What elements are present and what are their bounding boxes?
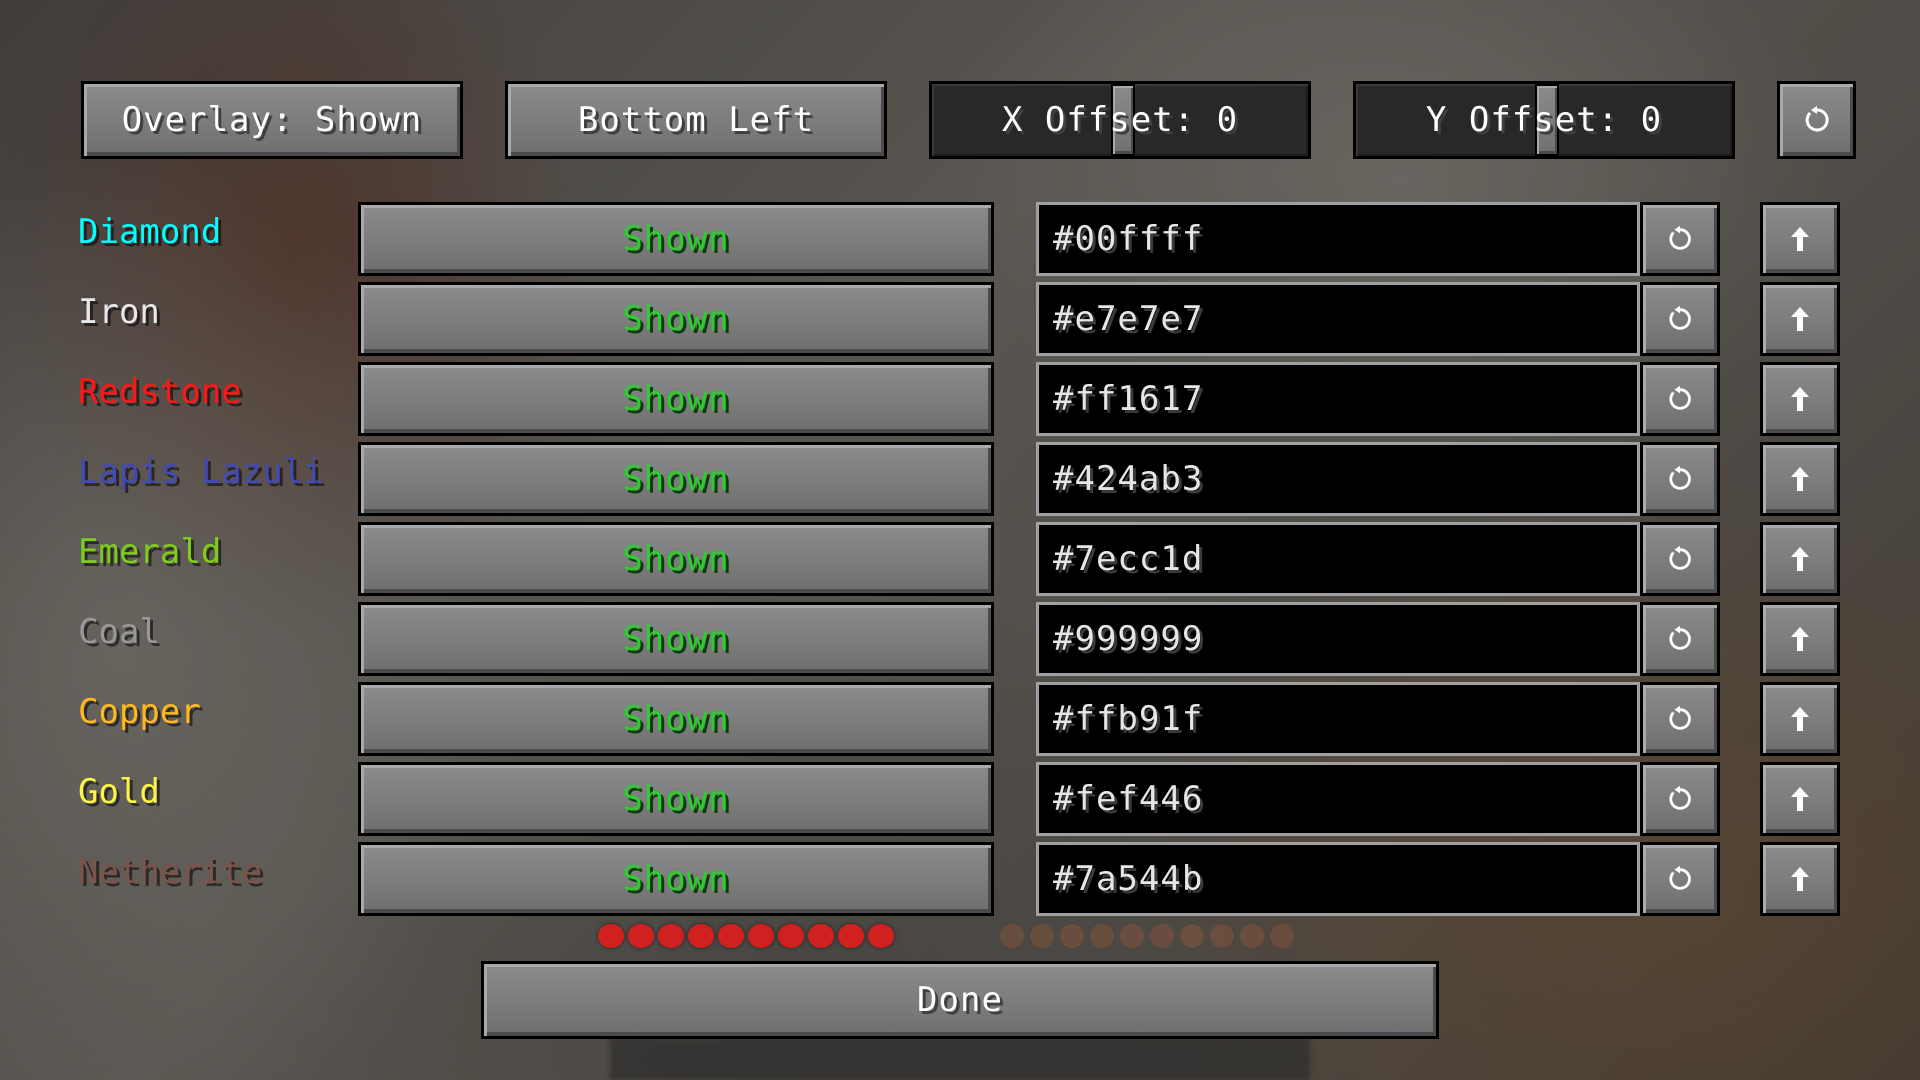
ore-visibility-toggle[interactable]: Shown <box>358 842 994 916</box>
arrow-up-icon <box>1788 784 1812 814</box>
done-button[interactable]: Done <box>481 961 1439 1039</box>
ore-move-up-button[interactable] <box>1760 282 1840 356</box>
reset-icon <box>1666 705 1694 733</box>
ore-color-value: #ffb91f <box>1053 699 1204 739</box>
hotbar <box>610 1038 1310 1080</box>
ore-color-reset-button[interactable] <box>1640 522 1720 596</box>
ore-move-up-button[interactable] <box>1760 522 1840 596</box>
ore-status-label: Shown <box>622 219 730 259</box>
ore-name-label: Netherite <box>78 852 263 892</box>
reset-icon <box>1666 545 1694 573</box>
x-offset-label: X Offset: 0 <box>1001 100 1239 140</box>
ore-status-label: Shown <box>622 459 730 499</box>
ore-visibility-toggle[interactable]: Shown <box>358 202 994 276</box>
ore-color-input[interactable]: #ffb91f <box>1036 682 1640 756</box>
ore-color-input[interactable]: #e7e7e7 <box>1036 282 1640 356</box>
ore-status-label: Shown <box>622 779 730 819</box>
ore-color-value: #fef446 <box>1053 779 1204 819</box>
hud-hearts <box>598 924 894 948</box>
ore-color-input[interactable]: #424ab3 <box>1036 442 1640 516</box>
ore-visibility-toggle[interactable]: Shown <box>358 602 994 676</box>
y-offset-label: Y Offset: 0 <box>1425 100 1663 140</box>
arrow-up-icon <box>1788 864 1812 894</box>
ore-name-label: Gold <box>78 772 160 812</box>
arrow-up-icon <box>1788 464 1812 494</box>
reset-icon <box>1666 625 1694 653</box>
reset-icon <box>1666 785 1694 813</box>
ore-color-reset-button[interactable] <box>1640 682 1720 756</box>
done-label: Done <box>917 980 1003 1020</box>
reset-icon <box>1666 385 1694 413</box>
position-label: Bottom Left <box>577 100 815 140</box>
ore-color-value: #00ffff <box>1053 219 1204 259</box>
arrow-up-icon <box>1788 384 1812 414</box>
reset-icon <box>1666 305 1694 333</box>
ore-visibility-toggle[interactable]: Shown <box>358 682 994 756</box>
reset-icon <box>1666 465 1694 493</box>
ore-name-label: Lapis Lazuli <box>78 452 324 492</box>
reset-icon <box>1802 105 1832 135</box>
ore-color-value: #7a544b <box>1053 859 1204 899</box>
x-offset-slider[interactable]: X Offset: 0 <box>929 81 1311 159</box>
ore-status-label: Shown <box>622 859 730 899</box>
ore-color-value: #ff1617 <box>1053 379 1204 419</box>
ore-color-value: #999999 <box>1053 619 1204 659</box>
ore-status-label: Shown <box>622 699 730 739</box>
reset-icon <box>1666 865 1694 893</box>
ore-name-label: Iron <box>78 292 160 332</box>
ore-color-reset-button[interactable] <box>1640 762 1720 836</box>
ore-name-label: Coal <box>78 612 160 652</box>
ore-name-label: Copper <box>78 692 201 732</box>
arrow-up-icon <box>1788 544 1812 574</box>
ore-move-up-button[interactable] <box>1760 202 1840 276</box>
ore-visibility-toggle[interactable]: Shown <box>358 362 994 436</box>
ore-name-label: Redstone <box>78 372 242 412</box>
ore-color-input[interactable]: #7a544b <box>1036 842 1640 916</box>
arrow-up-icon <box>1788 224 1812 254</box>
ore-color-reset-button[interactable] <box>1640 282 1720 356</box>
ore-status-label: Shown <box>622 299 730 339</box>
ore-move-up-button[interactable] <box>1760 362 1840 436</box>
ore-color-value: #e7e7e7 <box>1053 299 1204 339</box>
ore-name-label: Diamond <box>78 212 222 252</box>
ore-visibility-toggle[interactable]: Shown <box>358 522 994 596</box>
ore-color-reset-button[interactable] <box>1640 202 1720 276</box>
ore-color-reset-button[interactable] <box>1640 842 1720 916</box>
reset-icon <box>1666 225 1694 253</box>
ore-color-reset-button[interactable] <box>1640 442 1720 516</box>
ore-visibility-toggle[interactable]: Shown <box>358 762 994 836</box>
ore-move-up-button[interactable] <box>1760 602 1840 676</box>
ore-color-input[interactable]: #ff1617 <box>1036 362 1640 436</box>
ore-color-reset-button[interactable] <box>1640 602 1720 676</box>
ore-move-up-button[interactable] <box>1760 682 1840 756</box>
position-button[interactable]: Bottom Left <box>505 81 887 159</box>
ore-visibility-toggle[interactable]: Shown <box>358 442 994 516</box>
ore-name-label: Emerald <box>78 532 222 572</box>
overlay-toggle-button[interactable]: Overlay: Shown <box>81 81 463 159</box>
ore-color-reset-button[interactable] <box>1640 362 1720 436</box>
ore-move-up-button[interactable] <box>1760 842 1840 916</box>
y-offset-slider[interactable]: Y Offset: 0 <box>1353 81 1735 159</box>
ore-color-input[interactable]: #7ecc1d <box>1036 522 1640 596</box>
ore-color-value: #7ecc1d <box>1053 539 1204 579</box>
ore-status-label: Shown <box>622 379 730 419</box>
arrow-up-icon <box>1788 624 1812 654</box>
ore-color-input[interactable]: #00ffff <box>1036 202 1640 276</box>
arrow-up-icon <box>1788 704 1812 734</box>
hud-hunger <box>1000 924 1294 948</box>
ore-color-value: #424ab3 <box>1053 459 1204 499</box>
ore-color-input[interactable]: #fef446 <box>1036 762 1640 836</box>
ore-visibility-toggle[interactable]: Shown <box>358 282 994 356</box>
ore-move-up-button[interactable] <box>1760 762 1840 836</box>
arrow-up-icon <box>1788 304 1812 334</box>
ore-status-label: Shown <box>622 619 730 659</box>
ore-status-label: Shown <box>622 539 730 579</box>
ore-move-up-button[interactable] <box>1760 442 1840 516</box>
ore-color-input[interactable]: #999999 <box>1036 602 1640 676</box>
overlay-toggle-label: Overlay: Shown <box>121 100 423 140</box>
reset-all-button[interactable] <box>1777 81 1856 159</box>
